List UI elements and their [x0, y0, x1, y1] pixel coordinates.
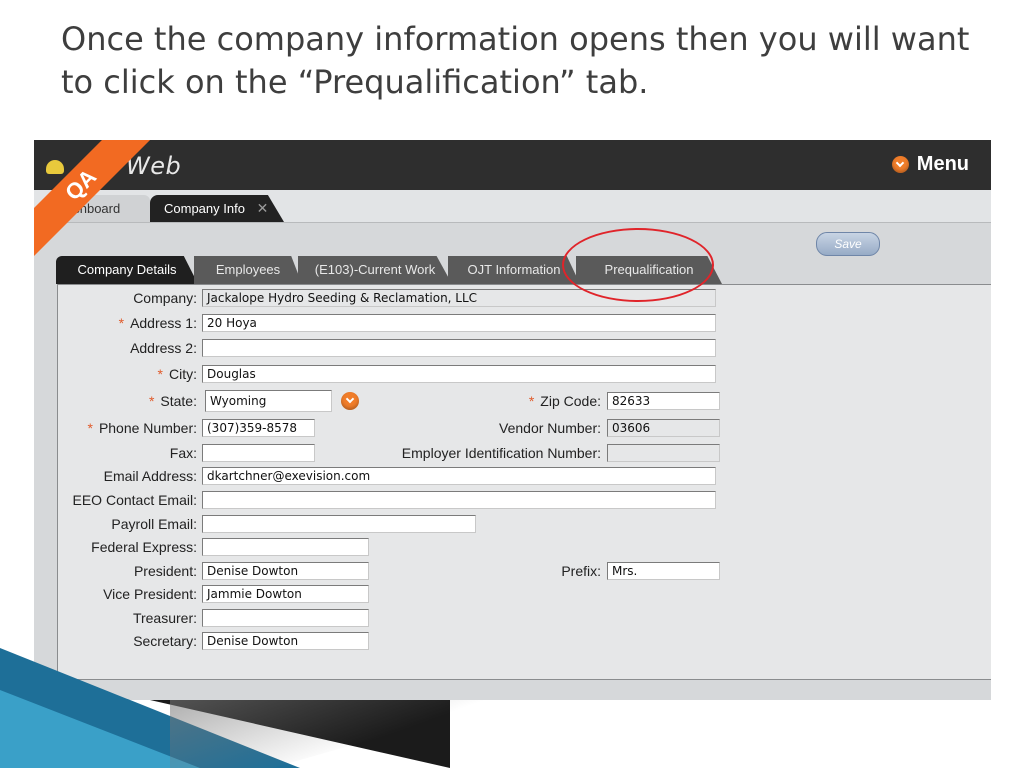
prefix-field[interactable]: Mrs. [607, 562, 720, 580]
address1-field[interactable]: 20 Hoya [202, 314, 716, 332]
required-mark: * [87, 420, 93, 436]
president-label: President: [133, 563, 197, 579]
payroll-email-label: Payroll Email: [111, 516, 197, 532]
city-label: * City: [158, 365, 197, 383]
prefix-label: Prefix: [561, 563, 601, 579]
ein-label: Employer Identification Number: [401, 445, 601, 461]
fedex-field[interactable] [202, 538, 369, 556]
required-mark: * [157, 366, 163, 382]
save-button[interactable]: Save [816, 232, 880, 256]
zip-label-text: Zip Code: [540, 393, 601, 409]
vendor-field[interactable]: 03606 [607, 419, 720, 437]
email-field[interactable]: dkartchner@exevision.com [202, 467, 716, 485]
address2-field[interactable] [202, 339, 716, 357]
email-label: Email Address: [103, 468, 197, 484]
fax-field[interactable] [202, 444, 315, 462]
address1-label-text: Address 1: [130, 315, 197, 331]
hardhat-logo-icon [46, 160, 64, 174]
state-select[interactable]: Wyoming [205, 390, 332, 412]
slide-title: Once the company information opens then … [61, 20, 970, 101]
app-header: Web Menu [34, 140, 991, 190]
top-tab-bar: ashboard Company Info ✕ [34, 190, 991, 223]
tab-company-details[interactable]: Company Details [56, 256, 198, 284]
tab-ojt-information[interactable]: OJT Information [448, 256, 580, 284]
company-details-form: Company: Jackalope Hydro Seeding & Recla… [57, 284, 991, 680]
required-mark: * [528, 393, 535, 409]
city-label-text: City: [169, 366, 197, 382]
close-icon[interactable]: ✕ [257, 200, 269, 216]
ein-field[interactable] [607, 444, 720, 462]
chevron-down-icon [891, 155, 909, 173]
tab-prequalification[interactable]: Prequalification [576, 256, 722, 284]
state-label: * State: [149, 392, 197, 410]
required-mark: * [148, 393, 155, 409]
city-field[interactable]: Douglas [202, 365, 716, 383]
vice-president-label: Vice President: [103, 586, 197, 602]
phone-label: * Phone Number: [87, 419, 197, 437]
tab-company-info-label: Company Info [164, 201, 245, 216]
fedex-label: Federal Express: [91, 539, 197, 555]
address1-label: * Address 1: [119, 314, 197, 332]
tab-company-info[interactable]: Company Info ✕ [150, 195, 284, 222]
state-label-text: State: [160, 393, 197, 409]
address2-label: Address 2: [130, 340, 197, 356]
zip-field[interactable]: 82633 [607, 392, 720, 410]
menu-label: Menu [916, 152, 969, 175]
menu-button[interactable]: Menu [891, 151, 969, 177]
eeo-email-field[interactable] [202, 491, 716, 509]
tab-current-work[interactable]: (E103)-Current Work [298, 256, 452, 284]
eeo-email-label: EEO Contact Email: [72, 492, 198, 508]
state-dropdown-icon[interactable] [341, 392, 359, 410]
phone-label-text: Phone Number: [98, 420, 197, 436]
zip-label: * Zip Code: [529, 392, 601, 410]
treasurer-label: Treasurer: [132, 610, 197, 626]
subtab-bar: Company Details Employees (E103)-Current… [56, 256, 991, 284]
vendor-label: Vendor Number: [499, 420, 601, 436]
payroll-email-field[interactable] [202, 515, 476, 533]
company-label: Company: [133, 290, 197, 306]
phone-field[interactable]: (307)359-8578 [202, 419, 315, 437]
vice-president-field[interactable]: Jammie Dowton [202, 585, 369, 603]
app-screenshot: Web Menu QA ashboard Company Info ✕ Save… [34, 140, 991, 700]
treasurer-field[interactable] [202, 609, 369, 627]
tab-employees[interactable]: Employees [194, 256, 302, 284]
company-field[interactable]: Jackalope Hydro Seeding & Reclamation, L… [202, 289, 716, 307]
required-mark: * [118, 315, 125, 331]
fax-label: Fax: [169, 445, 197, 461]
app-logo-text: Web [126, 152, 182, 180]
president-field[interactable]: Denise Dowton [202, 562, 369, 580]
